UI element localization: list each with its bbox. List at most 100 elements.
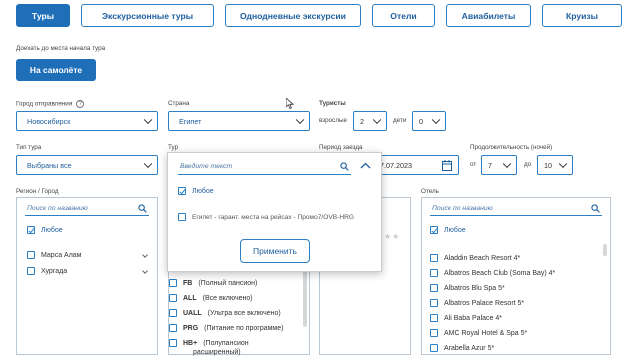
search-icon[interactable] xyxy=(138,204,147,213)
chevron-up-icon[interactable] xyxy=(360,162,371,169)
checkbox-icon[interactable] xyxy=(430,329,438,337)
tour-search-input[interactable]: Введите текст xyxy=(178,159,351,175)
hotel-item[interactable]: Albatros Palace Resort 5* xyxy=(430,299,524,307)
hotel-search-placeholder: Поиск по названию xyxy=(432,205,493,212)
check-in-label: Период заезда xyxy=(319,144,363,151)
tour-type-value: Выбраны все xyxy=(27,160,72,170)
checkbox-icon[interactable] xyxy=(169,324,177,332)
tab-flights[interactable]: Авиабилеты xyxy=(446,4,531,27)
search-icon[interactable] xyxy=(591,204,600,213)
duration-label: Продолжительность (ночей) xyxy=(470,144,553,151)
tab-excursion-tours[interactable]: Экскурсионные туры xyxy=(81,4,214,27)
checkbox-icon[interactable] xyxy=(178,187,186,195)
travel-method-caption: Доехать до места начала тура xyxy=(16,45,106,52)
chevron-down-icon[interactable] xyxy=(142,268,148,274)
checkbox-icon[interactable] xyxy=(430,226,438,234)
checkbox-icon[interactable] xyxy=(430,314,438,322)
departure-city-label-text: Город отправления xyxy=(16,100,73,108)
tourists-label: Туристы xyxy=(319,100,346,107)
country-label: Страна xyxy=(168,100,190,107)
meal-code: UALL xyxy=(183,309,202,317)
tour-item-label: Египет - гарант. места на рейсах - Промо… xyxy=(192,213,355,221)
country-value: Египет xyxy=(179,116,202,126)
tour-label: Тур xyxy=(168,144,179,151)
by-plane-button[interactable]: На самолёте xyxy=(16,59,96,81)
checkbox-icon[interactable] xyxy=(430,299,438,307)
region-any-option[interactable]: Любое xyxy=(27,226,63,234)
duration-from-label: от xyxy=(470,161,477,168)
meal-desc: (Полный пансион) xyxy=(198,279,258,287)
region-search-placeholder: Поиск по названию xyxy=(27,205,88,212)
tab-tours[interactable]: Туры xyxy=(16,4,70,27)
checkbox-icon[interactable] xyxy=(27,226,35,234)
checkbox-icon[interactable] xyxy=(169,309,177,317)
meal-desc: (Ультра все включено) xyxy=(207,309,281,317)
hotel-any-label: Любое xyxy=(444,226,466,234)
adults-label: взрослые xyxy=(319,117,348,124)
country-select[interactable]: Египет xyxy=(168,111,310,131)
chevron-down-icon[interactable] xyxy=(142,252,148,258)
tab-day-excursions[interactable]: Однодневные экскурсии xyxy=(225,4,361,27)
checkbox-icon[interactable] xyxy=(430,254,438,262)
meal-desc: (Питание по программе) xyxy=(204,324,284,332)
calendar-icon[interactable] xyxy=(442,160,452,171)
meal-item[interactable]: FB (Полный пансион) xyxy=(169,279,257,287)
duration-from-select[interactable]: 7 xyxy=(481,155,517,175)
region-search-input[interactable]: Поиск по названию xyxy=(25,202,149,216)
meal-item[interactable]: PRG (Питание по программе) xyxy=(169,324,283,332)
checkbox-icon[interactable] xyxy=(169,279,177,287)
meals-panel: FB (Полный пансион) ALL (Все включено) U… xyxy=(168,262,310,356)
hotel-item-label: Ali Baba Palace 4* xyxy=(444,314,502,322)
meal-code: FB xyxy=(183,279,193,287)
hotel-item[interactable]: Ali Baba Palace 4* xyxy=(430,314,502,322)
tabs-bar: Туры Экскурсионные туры Однодневные экск… xyxy=(16,4,640,27)
checkbox-icon[interactable] xyxy=(169,339,177,347)
tour-any-label: Любое xyxy=(192,187,214,195)
duration-to-select[interactable]: 10 xyxy=(537,155,573,175)
meal-item[interactable]: ALL (Все включено) xyxy=(169,294,253,302)
hotel-item[interactable]: Arabella Azur 5* xyxy=(430,344,494,352)
meal-code: PRG xyxy=(183,324,199,332)
tour-type-select[interactable]: Выбраны все xyxy=(16,155,158,175)
chevron-down-icon xyxy=(143,115,153,125)
hotel-any-option[interactable]: Любое xyxy=(430,226,466,234)
help-icon[interactable]: ? xyxy=(76,100,85,108)
hotel-item-label: Arabella Azur 5* xyxy=(444,344,495,352)
departure-city-select[interactable]: Новосибирск xyxy=(16,111,158,131)
tour-item[interactable]: Египет - гарант. места на рейсах - Промо… xyxy=(178,213,354,221)
hotel-item[interactable]: Albatros Beach Club (Soma Bay) 4* xyxy=(430,269,555,277)
hotel-item[interactable]: AMC Royal Hotel & Spa 5* xyxy=(430,329,527,337)
checkbox-icon[interactable] xyxy=(27,267,35,275)
hotel-scrollbar[interactable] xyxy=(603,244,607,256)
tour-any-option[interactable]: Любое xyxy=(178,187,214,195)
apply-button[interactable]: Применить xyxy=(240,239,310,263)
checkbox-icon[interactable] xyxy=(178,213,186,221)
duration-to-label: до xyxy=(524,161,532,168)
checkbox-icon[interactable] xyxy=(430,269,438,277)
region-item[interactable]: Хургада xyxy=(27,267,151,275)
checkbox-icon[interactable] xyxy=(27,251,35,259)
meals-scrollbar[interactable] xyxy=(303,267,307,327)
hotel-item[interactable]: Aladdin Beach Resort 4* xyxy=(430,254,520,262)
checkbox-icon[interactable] xyxy=(430,284,438,292)
checkbox-icon[interactable] xyxy=(169,294,177,302)
hotel-item[interactable]: Albatros Blu Spa 5* xyxy=(430,284,505,292)
hotel-item-label: Albatros Palace Resort 5* xyxy=(444,299,525,307)
region-item-label: Марса Алам xyxy=(41,251,82,259)
children-value: 0 xyxy=(419,116,423,126)
hotel-panel: Поиск по названию Любое Aladdin Beach Re… xyxy=(421,197,611,355)
meal-item[interactable]: UALL (Ультра все включено) xyxy=(169,309,281,317)
meal-item[interactable]: HB+ (Полупансион xyxy=(169,339,249,347)
checkbox-icon[interactable] xyxy=(430,344,438,352)
tab-hotels[interactable]: Отели xyxy=(372,4,435,27)
region-item[interactable]: Марса Алам xyxy=(27,251,151,259)
meal-desc: (Полупансион xyxy=(203,339,249,347)
adults-select[interactable]: 2 xyxy=(353,111,387,131)
region-panel: Поиск по названию Любое Марса Алам Хурга… xyxy=(16,197,158,355)
region-any-label: Любое xyxy=(41,226,63,234)
tab-cruises[interactable]: Круизы xyxy=(542,4,622,27)
hotel-search-input[interactable]: Поиск по названию xyxy=(430,202,602,216)
tour-search-placeholder: Введите текст xyxy=(180,163,233,170)
children-select[interactable]: 0 xyxy=(412,111,446,131)
search-icon[interactable] xyxy=(340,162,349,171)
